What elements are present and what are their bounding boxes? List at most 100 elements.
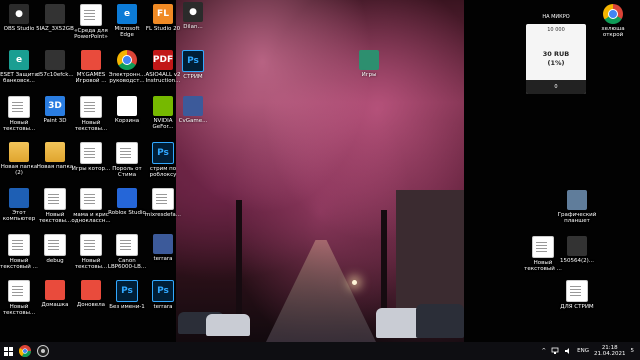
desktop-icon-label: Dilan...	[183, 24, 203, 30]
folder-icon	[9, 142, 29, 162]
chrome-icon	[19, 345, 31, 357]
desktop-icon-label: Игры котор...	[71, 166, 111, 172]
desktop-icon-mixres[interactable]: mixresdefa...	[144, 188, 182, 218]
edge-icon: e	[117, 4, 137, 24]
desktop-icon-label: Новый текстовы...	[2, 120, 36, 133]
img-icon	[153, 234, 173, 254]
desktop-icon-new7[interactable]: Новый текстовый ...	[524, 236, 562, 273]
wallpaper-tree	[381, 210, 387, 320]
desktop-icon-label: Корзина	[114, 118, 140, 124]
desktop-icon-mama[interactable]: мама и крис одноклассн...	[71, 188, 111, 225]
desktop-icon-stream[interactable]: Ps СТРИМ	[174, 50, 212, 80]
desktop-icon-label: Домашка	[41, 302, 69, 308]
desktop-icon-sreda[interactable]: «Среда для PowerPoint»	[72, 4, 110, 41]
widget-card: 10 000 30 RUB (1%) 0	[526, 24, 586, 94]
dark-icon	[45, 50, 65, 70]
desktop-icon-label: СТРИМ	[183, 74, 203, 80]
file-icon	[8, 280, 30, 302]
img-icon	[183, 96, 203, 116]
desktop-icon-new2[interactable]: Новый текстовы...	[72, 96, 110, 133]
widget-amount: 30 RUB (1%)	[542, 50, 570, 67]
desktop-icon-eset[interactable]: e ESET Защита банковск...	[0, 50, 38, 85]
desktop-icon-label: Новая папка (2)	[0, 164, 38, 177]
file-icon	[44, 234, 66, 256]
desktop-icon-dilan[interactable]: ● Dilan...	[174, 2, 212, 30]
wallpaper-car	[206, 314, 250, 336]
start-button[interactable]	[0, 342, 16, 360]
folder-icon	[45, 142, 65, 162]
desktop-icon-new5[interactable]: Новый текстовы...	[72, 234, 110, 271]
tray-chevron-icon[interactable]: ^	[542, 348, 547, 354]
tablet-icon	[567, 190, 587, 210]
desktop-icon-steam[interactable]: Пороль от Стима	[108, 142, 146, 179]
wallpaper-house	[396, 190, 464, 310]
desktop-icon-d57c[interactable]: d57c10efck...	[36, 50, 74, 78]
taskbar-obs[interactable]	[34, 342, 52, 360]
chrome-icon	[117, 50, 137, 70]
wallpaper-road	[266, 240, 376, 342]
desktop-icon-label: MY.GAMES Игровой ...	[75, 72, 107, 85]
desktop-icon-new1[interactable]: Новый текстовы...	[0, 96, 38, 133]
desktop-icon-label: Новый текстовы...	[74, 258, 108, 271]
desktop-icon-obs[interactable]: ● OBS Studio	[0, 4, 38, 32]
desktop-icon-label: mixresdefa...	[145, 212, 181, 218]
desktop-icon-label: OBS Studio	[3, 26, 35, 32]
pc-icon	[9, 188, 29, 208]
desktop-icon-domashka[interactable]: Домашка	[36, 280, 74, 308]
desktop-icon-folder1[interactable]: Новая папка (2)	[0, 142, 38, 177]
desktop-icon-label: ДЛЯ СТРИМ	[560, 304, 594, 310]
desktop-icon-debug[interactable]: debug	[36, 234, 74, 264]
desktop-icon-chrome_r[interactable]: хелюша открой	[594, 4, 632, 39]
wallpaper	[176, 0, 464, 342]
desktop-icon-games[interactable]: Игры котор...	[72, 142, 110, 172]
pdf-icon: PDF	[153, 50, 173, 70]
desktop-icon-label: debug	[46, 258, 64, 264]
desktop-icon-terrara2[interactable]: Ps terrara	[144, 280, 182, 310]
desktop-icon-pc[interactable]: Этот компьютер	[0, 188, 38, 223]
windows-icon	[3, 346, 13, 356]
desktop-icon-paint3d[interactable]: 3D Paint 3D	[36, 96, 74, 124]
desktop-icon-label: мама и крис одноклассн...	[71, 212, 111, 225]
volume-icon[interactable]	[564, 347, 572, 355]
network-icon[interactable]	[551, 347, 559, 355]
desktop-icon-trash[interactable]: Корзина	[108, 96, 146, 124]
desktop-icon-igry[interactable]: Игры	[350, 50, 388, 78]
desktop-icon-new6[interactable]: Новый текстовы...	[0, 280, 38, 317]
clock[interactable]: 21:18 21.04.2021	[594, 345, 626, 358]
desktop-icon-bez[interactable]: Ps Без имени-1	[108, 280, 146, 310]
notification-badge[interactable]: 5	[631, 348, 635, 354]
desktop-icon-new3[interactable]: Новый текстовы...	[36, 188, 74, 225]
widget-header: НА МИКРО	[542, 14, 570, 20]
dark-icon	[45, 4, 65, 24]
desktop-icon-num[interactable]: 150564(2)...	[558, 236, 596, 264]
widget-progress: 0	[526, 80, 586, 94]
desktop-icon-electron[interactable]: Электронн... руководст...	[108, 50, 146, 85]
desktop: ● OBS Studio 5IAZ_3X52GB «Среда для PowerPo…	[0, 0, 640, 342]
file-icon	[80, 188, 102, 210]
desktop-icon-canon[interactable]: Canon LBP6000-LB...	[108, 234, 146, 271]
desktop-icon-label: Без имени-1	[109, 304, 145, 310]
desktop-icon-folder2[interactable]: Новая папка	[36, 142, 74, 170]
desktop-icon-label: 150564(2)...	[559, 258, 595, 264]
desktop-icon-donovela[interactable]: Доновела	[72, 280, 110, 308]
desktop-icon-new4[interactable]: Новый текстовый ...	[0, 234, 38, 271]
desktop-icon-cvgame[interactable]: CvGame...	[174, 96, 212, 124]
desktop-icon-5iaz[interactable]: 5IAZ_3X52GB	[36, 4, 74, 32]
language-indicator[interactable]: ENG	[577, 348, 589, 354]
desktop-icon-roblox_ps[interactable]: Ps стрим по роблоксу	[144, 142, 182, 179]
desktop-icon-mygames[interactable]: MY.GAMES Игровой ...	[72, 50, 110, 85]
desktop-icon-roblox[interactable]: Roblox Studio	[108, 188, 146, 216]
file-icon	[116, 142, 138, 164]
desktop-icon-dlya[interactable]: ДЛЯ СТРИМ	[558, 280, 596, 310]
desktop-icon-edge[interactable]: e Microsoft Edge	[108, 4, 146, 39]
mygames-icon	[81, 50, 101, 70]
desktop-icon-label: «Среда для PowerPoint»	[74, 28, 108, 41]
desktop-icon-label: Графический планшет	[557, 212, 597, 225]
desktop-icon-graph[interactable]: Графический планшет	[558, 190, 596, 225]
taskbar-chrome[interactable]	[16, 342, 34, 360]
clock-date: 21.04.2021	[594, 351, 626, 357]
nvidia-icon	[153, 96, 173, 116]
desktop-icon-label: Новый текстовы...	[2, 304, 36, 317]
desktop-icon-terrara1[interactable]: terrara	[144, 234, 182, 262]
system-tray: ^ ENG 21:18 21.04.2021 5	[542, 342, 640, 360]
